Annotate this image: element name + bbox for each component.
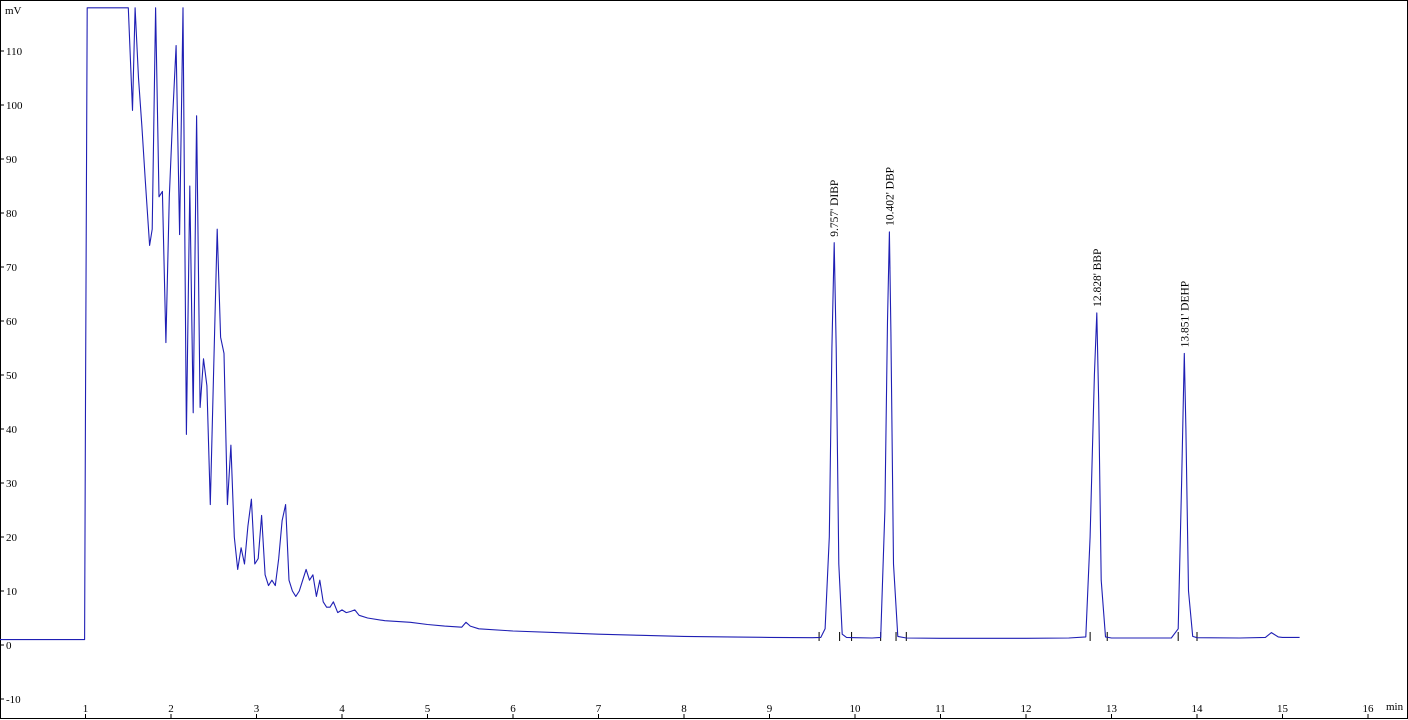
peak-label: 10.402' DBP <box>884 167 896 226</box>
x-tick-label: 8 <box>681 703 687 715</box>
x-tick-label: 10 <box>850 703 862 715</box>
y-tick-label: 40 <box>6 424 18 436</box>
plot-frame <box>0 0 1408 719</box>
x-tick-label: 11 <box>935 703 946 715</box>
x-tick-label: 14 <box>1192 703 1204 715</box>
y-tick-label: 30 <box>6 478 18 490</box>
x-tick-label: 6 <box>510 703 516 715</box>
x-tick-label: 4 <box>339 703 345 715</box>
y-tick-label: 10 <box>6 586 18 598</box>
x-tick-label: 16 <box>1363 703 1375 715</box>
peak-label: 13.851' DEHP <box>1179 281 1191 348</box>
x-tick-label: 2 <box>168 703 174 715</box>
x-tick-label: 7 <box>596 703 602 715</box>
x-axis-label: min <box>1386 701 1404 713</box>
x-tick-label: 15 <box>1277 703 1289 715</box>
y-tick-label: 100 <box>6 100 23 112</box>
y-tick-label: 90 <box>6 154 18 166</box>
y-tick-label: -10 <box>6 694 21 706</box>
y-tick-label: 60 <box>6 316 18 328</box>
x-tick-label: 3 <box>254 703 260 715</box>
y-axis-label: mV <box>5 5 22 17</box>
peak-label: 12.828' BBP <box>1092 249 1104 307</box>
y-tick-label: 20 <box>6 532 18 544</box>
peak-label: 9.757' DIBP <box>829 180 841 237</box>
x-tick-label: 5 <box>425 703 431 715</box>
y-tick-label: 80 <box>6 208 18 220</box>
x-tick-label: 1 <box>83 703 89 715</box>
x-tick-label: 12 <box>1021 703 1032 715</box>
x-tick-label: 13 <box>1106 703 1118 715</box>
y-tick-label: 70 <box>6 262 18 274</box>
y-tick-label: 110 <box>6 46 23 58</box>
x-tick-label: 9 <box>767 703 773 715</box>
y-tick-label: 50 <box>6 370 18 382</box>
y-tick-label: 0 <box>6 640 12 652</box>
chromatogram-chart: mV min -100102030405060708090100110 1234… <box>0 0 1408 719</box>
